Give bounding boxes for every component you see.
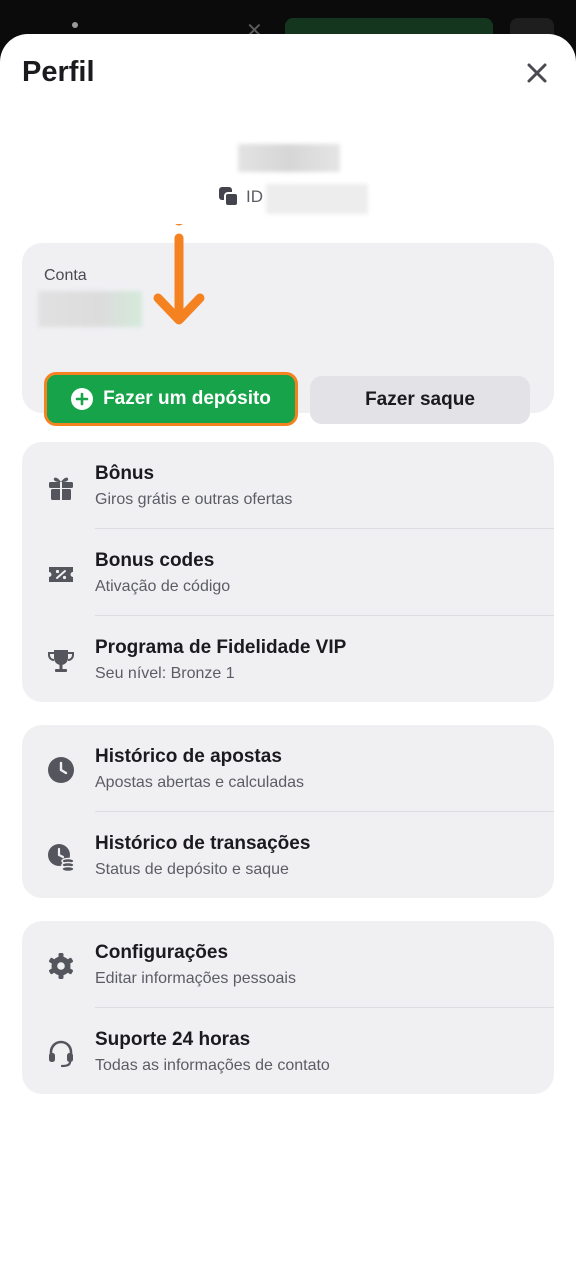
coupon-icon: [44, 557, 78, 591]
menu-item-bonus[interactable]: Bônus Giros grátis e outras ofertas: [22, 442, 554, 528]
menu-item-vip[interactable]: Programa de Fidelidade VIP Seu nível: Br…: [22, 616, 554, 702]
copy-icon: [219, 187, 239, 207]
menu-title: Suporte 24 horas: [95, 1029, 251, 1050]
menu-subtitle: Ativação de código: [95, 578, 231, 595]
page-title: Perfil: [22, 56, 95, 88]
id-label: ID: [246, 187, 263, 206]
menu-title: Programa de Fidelidade VIP: [95, 637, 347, 658]
user-id-row[interactable]: ID: [218, 186, 263, 208]
trophy-icon: [44, 644, 78, 678]
menu-subtitle: Status de depósito e saque: [95, 861, 289, 878]
menu-title: Bonus codes: [95, 550, 215, 571]
deposit-label: Fazer um depósito: [103, 388, 271, 409]
gift-icon: [44, 470, 78, 504]
user-id-redacted: [266, 184, 368, 214]
menu-subtitle: Todas as informações de contato: [95, 1057, 330, 1074]
close-icon[interactable]: [520, 56, 554, 90]
menu-subtitle: Giros grátis e outras ofertas: [95, 491, 293, 508]
menu-title: Bônus: [95, 463, 155, 484]
menu-item-bonus-codes[interactable]: Bonus codes Ativação de código: [22, 529, 554, 615]
menu-subtitle: Seu nível: Bronze 1: [95, 665, 235, 682]
menu-item-transaction-history[interactable]: Histórico de transações Status de depósi…: [22, 812, 554, 898]
arrow-down-icon: [153, 224, 205, 325]
profile-sheet: Perfil ID Conta Fazer um depósito Fazer …: [0, 34, 576, 1280]
clock-icon: [44, 753, 78, 787]
username-redacted: [238, 144, 340, 172]
balance-redacted: [38, 291, 142, 327]
menu-subtitle: Apostas abertas e calculadas: [95, 774, 305, 791]
menu-item-support[interactable]: Suporte 24 horas Todas as informações de…: [22, 1008, 554, 1094]
menu-item-settings[interactable]: Configurações Editar informações pessoai…: [22, 921, 554, 1007]
settings-group: Configurações Editar informações pessoai…: [22, 921, 554, 1094]
menu-subtitle: Editar informações pessoais: [95, 970, 296, 987]
headset-icon: [44, 1036, 78, 1070]
account-label: Conta: [44, 267, 87, 284]
withdraw-label: Fazer saque: [365, 389, 475, 410]
deposit-button[interactable]: Fazer um depósito: [44, 372, 298, 426]
rewards-group: Bônus Giros grátis e outras ofertas Bonu…: [22, 442, 554, 702]
menu-item-bet-history[interactable]: Histórico de apostas Apostas abertas e c…: [22, 725, 554, 811]
menu-title: Histórico de apostas: [95, 746, 282, 767]
clock-coins-icon: [44, 840, 78, 874]
status-dot: [72, 22, 78, 28]
withdraw-button[interactable]: Fazer saque: [310, 376, 530, 424]
menu-title: Histórico de transações: [95, 833, 311, 854]
history-group: Histórico de apostas Apostas abertas e c…: [22, 725, 554, 898]
plus-circle-icon: [71, 388, 94, 410]
gear-icon: [44, 949, 78, 983]
menu-title: Configurações: [95, 942, 229, 963]
